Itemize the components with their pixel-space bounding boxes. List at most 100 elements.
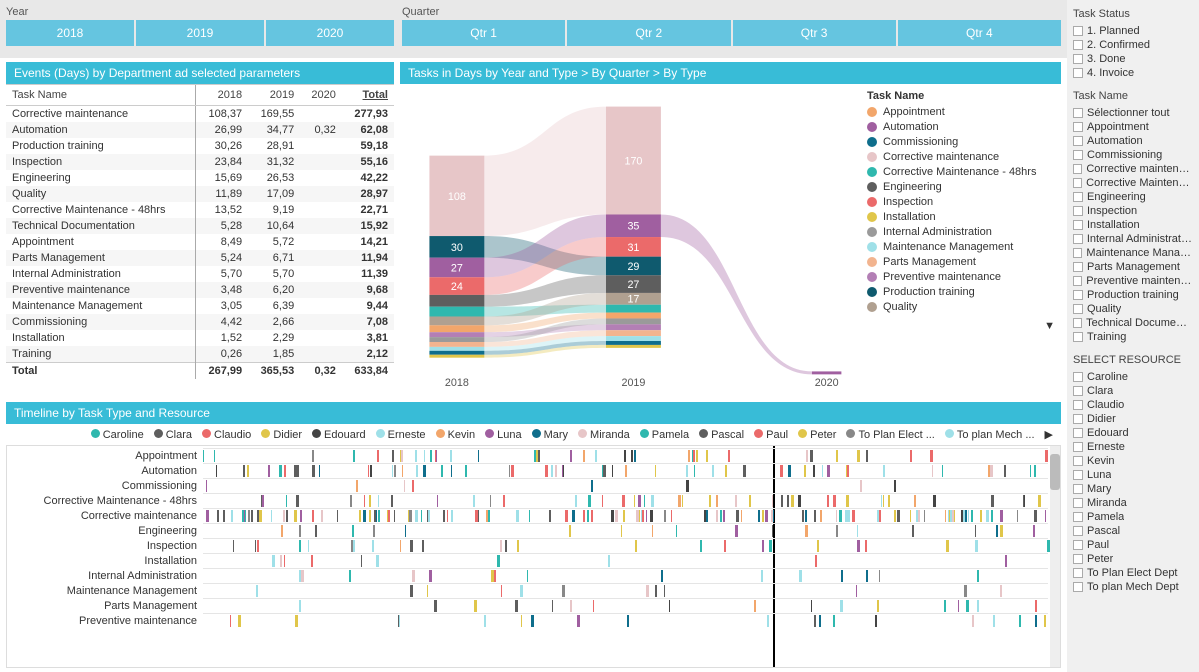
timeline-legend-item[interactable]: Clara [154,429,192,441]
table-row[interactable]: Installation1,522,293,81 [6,330,394,346]
quarter-btn[interactable]: Qtr 4 [898,20,1061,46]
filter-status-item[interactable]: 3. Done [1071,52,1195,66]
filter-resource-item[interactable]: Kevin [1071,454,1195,468]
col-header[interactable]: 2019 [248,85,300,106]
col-header[interactable]: 2018 [195,85,248,106]
quarter-btn[interactable]: Qtr 3 [733,20,896,46]
table-row[interactable]: Appointment8,495,7214,21 [6,234,394,250]
col-header[interactable]: 2020 [300,85,342,106]
timeline-track[interactable] [203,463,1048,478]
timeline-track[interactable] [203,493,1048,508]
filter-taskname-item[interactable]: Inspection [1071,204,1195,218]
filter-resource-item[interactable]: Caroline [1071,370,1195,384]
legend-item[interactable]: Automation [867,121,1055,133]
timeline-track[interactable] [203,583,1048,598]
legend-item[interactable]: Inspection [867,196,1055,208]
timeline-legend-item[interactable]: To Plan Elect ... [846,429,934,441]
legend-item[interactable]: Production training [867,286,1055,298]
table-row[interactable]: Commissioning4,422,667,08 [6,314,394,330]
filter-resource-item[interactable]: Mary [1071,482,1195,496]
filter-status-item[interactable]: 2. Confirmed [1071,38,1195,52]
legend-item[interactable]: Corrective Maintenance - 48hrs [867,166,1055,178]
table-row[interactable]: Internal Administration5,705,7011,39 [6,266,394,282]
table-row[interactable]: Corrective maintenance108,37169,55277,93 [6,106,394,123]
timeline-track[interactable] [203,553,1048,568]
table-row[interactable]: Maintenance Management3,056,399,44 [6,298,394,314]
timeline-track[interactable] [203,448,1048,463]
legend-item[interactable]: Parts Management [867,256,1055,268]
filter-resource-item[interactable]: Pamela [1071,510,1195,524]
table-row[interactable]: Parts Management5,246,7111,94 [6,250,394,266]
quarter-btn[interactable]: Qtr 1 [402,20,565,46]
filter-resource-item[interactable]: Didier [1071,412,1195,426]
legend-item[interactable]: Appointment [867,106,1055,118]
filter-resource-item[interactable]: Erneste [1071,440,1195,454]
timeline-track[interactable] [203,508,1048,523]
filter-taskname-item[interactable]: Appointment [1071,120,1195,134]
events-table[interactable]: Task Name201820192020TotalCorrective mai… [6,84,394,379]
timeline-legend-item[interactable]: Didier [261,429,302,441]
timeline-legend-item[interactable]: Miranda [578,429,630,441]
legend-item[interactable]: Commissioning [867,136,1055,148]
legend-item[interactable]: Preventive maintenance [867,271,1055,283]
timeline-legend-item[interactable]: Kevin [436,429,476,441]
timeline-legend-item[interactable]: Edouard [312,429,366,441]
table-row[interactable]: Engineering15,6926,5342,22 [6,170,394,186]
table-row[interactable]: Technical Documentation5,2810,6415,92 [6,218,394,234]
sankey-chart[interactable]: 1083027241703531292717201820192020 [400,84,861,394]
timeline-legend-item[interactable]: Pamela [640,429,689,441]
filter-taskname-item[interactable]: Production training [1071,288,1195,302]
filter-resource-item[interactable]: Luna [1071,468,1195,482]
timeline-track[interactable] [203,523,1048,538]
legend-item[interactable]: Corrective maintenance [867,151,1055,163]
filter-taskname-item[interactable]: Maintenance Manage... [1071,246,1195,260]
filter-resource-item[interactable]: Peter [1071,552,1195,566]
timeline-legend-item[interactable]: Mary [532,429,568,441]
scrollbar-thumb[interactable] [1050,454,1060,490]
chevron-down-icon[interactable]: ▼ [1044,320,1055,332]
filter-status-item[interactable]: 1. Planned [1071,24,1195,38]
filter-taskname-item[interactable]: Internal Administration [1071,232,1195,246]
table-row[interactable]: Quality11,8917,0928,97 [6,186,394,202]
col-header[interactable]: Task Name [6,85,195,106]
filter-resource-item[interactable]: To Plan Elect Dept [1071,566,1195,580]
legend-item[interactable]: Engineering [867,181,1055,193]
filter-resource-item[interactable]: Edouard [1071,426,1195,440]
scrollbar[interactable] [1050,446,1060,667]
year-btn-2020[interactable]: 2020 [266,20,394,46]
filter-taskname-item[interactable]: Corrective Maintenanc... [1071,176,1195,190]
timeline-track[interactable] [203,613,1048,628]
timeline-legend-item[interactable]: Pascal [699,429,744,441]
timeline-legend-item[interactable]: Caroline [91,429,144,441]
filter-taskname-item[interactable]: Engineering [1071,190,1195,204]
filter-taskname-item[interactable]: Technical Documentati... [1071,316,1195,330]
timeline-legend-item[interactable]: Claudio [202,429,251,441]
filter-resource-item[interactable]: To plan Mech Dept [1071,580,1195,594]
table-row[interactable]: Corrective Maintenance - 48hrs13,529,192… [6,202,394,218]
filter-taskname-item[interactable]: Preventive maintenance [1071,274,1195,288]
col-header[interactable]: Total [342,85,394,106]
filter-taskname-item[interactable]: Sélectionner tout [1071,106,1195,120]
table-row[interactable]: Production training30,2628,9159,18 [6,138,394,154]
timeline-track[interactable] [203,478,1048,493]
year-btn-2019[interactable]: 2019 [136,20,264,46]
filter-resource-item[interactable]: Miranda [1071,496,1195,510]
legend-item[interactable]: Internal Administration [867,226,1055,238]
quarter-btn[interactable]: Qtr 2 [567,20,730,46]
table-row[interactable]: Inspection23,8431,3255,16 [6,154,394,170]
filter-taskname-item[interactable]: Training [1071,330,1195,344]
chevron-right-icon[interactable]: ▶ [1045,428,1053,441]
filter-taskname-item[interactable]: Commissioning [1071,148,1195,162]
legend-item[interactable]: Installation [867,211,1055,223]
timeline-track[interactable] [203,538,1048,553]
timeline-legend-item[interactable]: Peter [798,429,836,441]
timeline-legend-item[interactable]: Paul [754,429,788,441]
timeline-track[interactable] [203,598,1048,613]
filter-status-item[interactable]: 4. Invoice [1071,66,1195,80]
year-btn-2018[interactable]: 2018 [6,20,134,46]
filter-resource-item[interactable]: Clara [1071,384,1195,398]
filter-taskname-item[interactable]: Installation [1071,218,1195,232]
filter-resource-item[interactable]: Claudio [1071,398,1195,412]
filter-taskname-item[interactable]: Automation [1071,134,1195,148]
timeline-legend-item[interactable]: Erneste [376,429,426,441]
